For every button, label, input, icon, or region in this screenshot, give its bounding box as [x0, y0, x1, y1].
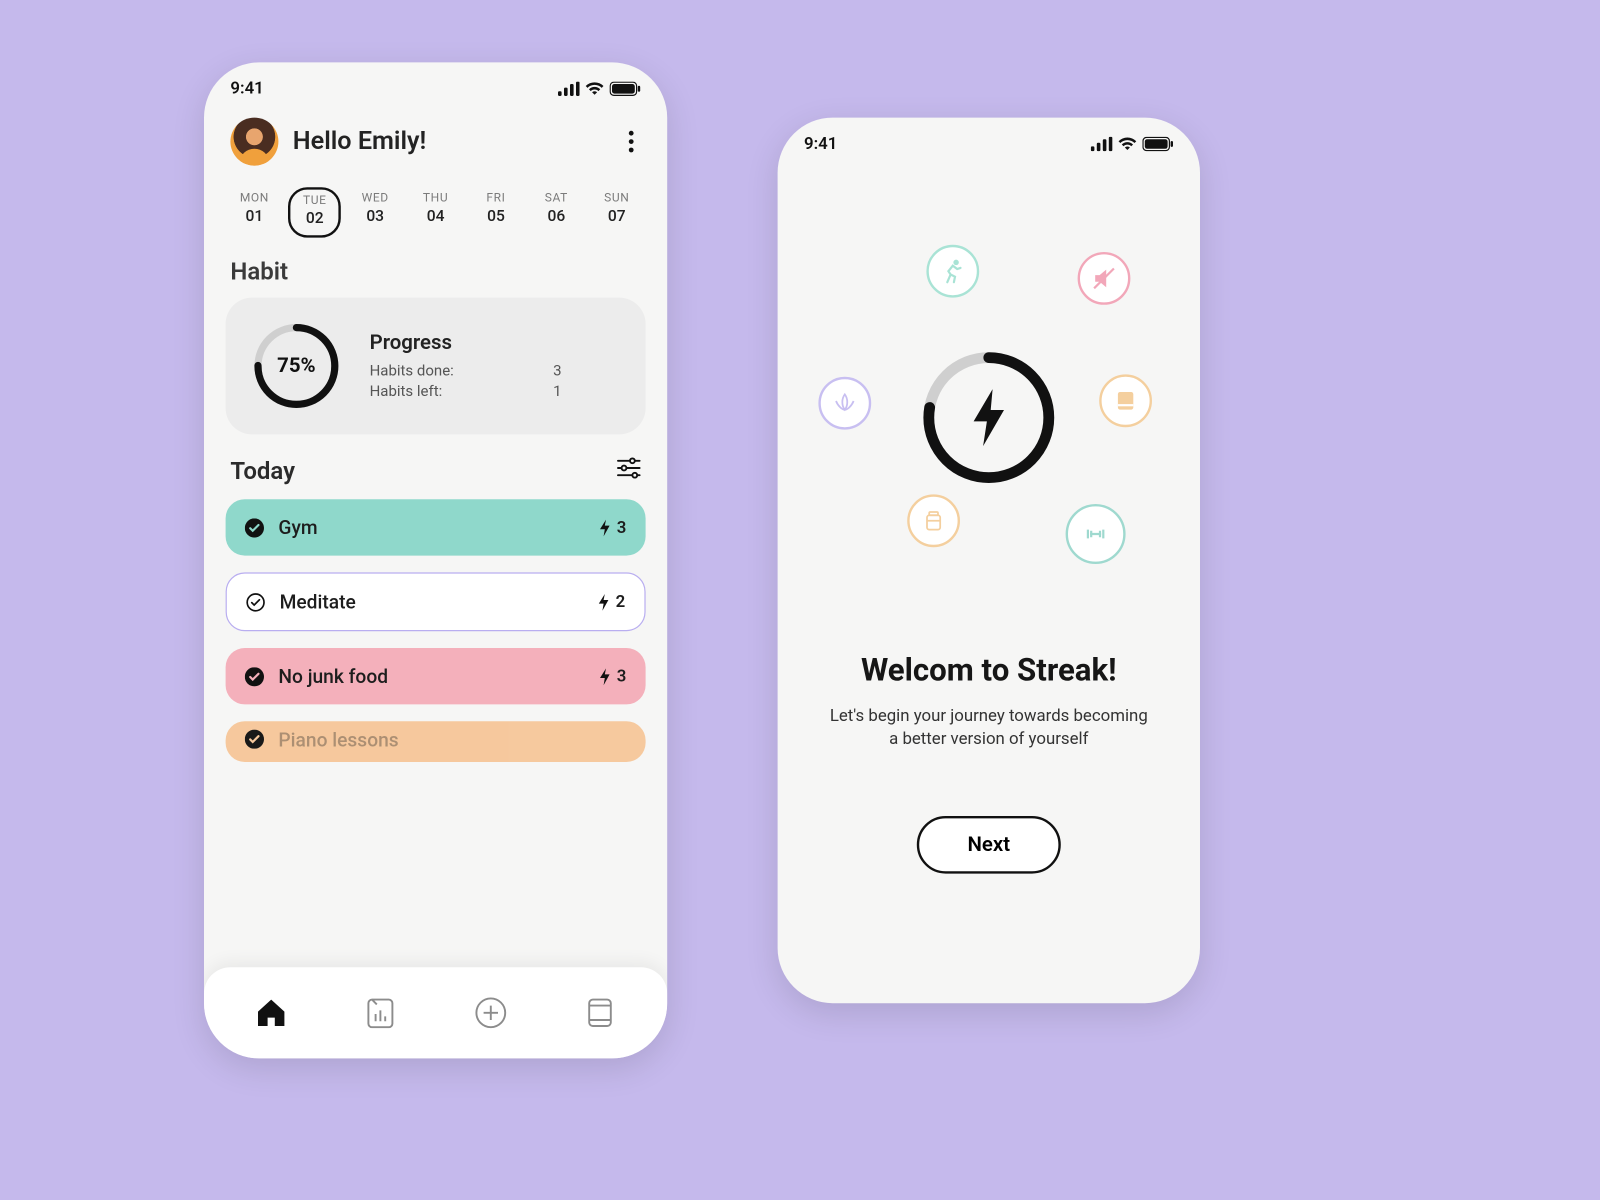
onboarding-subtitle: Let's begin your journey towards becomin…	[827, 706, 1151, 751]
day-thu[interactable]: THU04	[409, 187, 462, 237]
status-bar: 9:41	[204, 62, 667, 105]
tab-bar	[204, 967, 667, 1058]
status-time: 9:41	[230, 79, 263, 98]
section-habit-title: Habit	[204, 257, 667, 298]
day-mon[interactable]: MON01	[228, 187, 281, 237]
check-filled-icon	[245, 518, 264, 537]
stats-icon	[366, 997, 395, 1028]
habit-label: No junk food	[278, 665, 388, 688]
dumbbell-icon	[1066, 504, 1126, 564]
progress-heading: Progress	[370, 331, 622, 355]
onboarding-art	[778, 233, 1200, 593]
wifi-icon	[584, 82, 604, 96]
jar-icon	[907, 494, 960, 547]
status-indicators	[558, 82, 641, 96]
tab-add[interactable]	[467, 989, 515, 1037]
running-icon	[926, 245, 979, 298]
tab-stats[interactable]	[357, 989, 405, 1037]
check-outline-icon	[246, 592, 265, 611]
lotus-icon	[818, 377, 871, 430]
onboarding-screen: 9:41 Welcom	[778, 118, 1200, 1004]
bolt-icon	[598, 519, 612, 536]
tab-home[interactable]	[247, 989, 295, 1037]
battery-icon	[610, 82, 641, 96]
more-menu-button[interactable]	[622, 124, 641, 160]
cellular-icon	[1091, 137, 1113, 151]
progress-percent: 75%	[250, 319, 344, 413]
day-wed[interactable]: WED03	[349, 187, 402, 237]
mute-icon	[1078, 252, 1131, 305]
habit-piano[interactable]: Piano lessons	[226, 721, 646, 762]
journal-icon	[587, 997, 613, 1028]
habit-meditate[interactable]: Meditate 2	[226, 572, 646, 631]
battery-icon	[1142, 137, 1173, 151]
onboarding-title: Welcom to Streak!	[778, 653, 1200, 689]
habit-label: Piano lessons	[278, 728, 398, 751]
greeting: Hello Emily!	[293, 127, 426, 156]
bolt-icon	[598, 668, 612, 685]
check-filled-icon	[245, 667, 264, 686]
add-icon	[474, 996, 508, 1030]
bolt-icon	[596, 593, 610, 610]
avatar[interactable]	[230, 118, 278, 166]
progress-card[interactable]: 75% Progress Habits done:3 Habits left:1	[226, 298, 646, 435]
habit-no-junk-food[interactable]: No junk food 3	[226, 648, 646, 704]
day-sat[interactable]: SAT06	[530, 187, 583, 237]
filter-icon[interactable]	[617, 457, 641, 483]
status-indicators	[1091, 137, 1174, 151]
cellular-icon	[558, 82, 580, 96]
check-filled-icon	[245, 730, 264, 749]
book-icon	[1099, 374, 1152, 427]
next-button[interactable]: Next	[917, 816, 1060, 874]
wifi-icon	[1117, 137, 1137, 151]
day-fri[interactable]: FRI05	[470, 187, 523, 237]
progress-ring: 75%	[250, 319, 344, 413]
habit-gym[interactable]: Gym 3	[226, 499, 646, 555]
habit-label: Meditate	[280, 590, 356, 613]
section-today-title: Today	[230, 456, 295, 485]
habit-label: Gym	[278, 516, 317, 539]
day-sun[interactable]: SUN07	[590, 187, 643, 237]
bolt-icon	[914, 343, 1063, 492]
tab-journal[interactable]	[576, 989, 624, 1037]
streak-ring	[914, 343, 1063, 492]
day-tue[interactable]: TUE02	[288, 187, 341, 237]
status-time: 9:41	[804, 134, 837, 153]
dashboard-screen: 9:41 Hello Emily! MON01 TUE02 WED03	[204, 62, 667, 1058]
week-picker: MON01 TUE02 WED03 THU04 FRI05 SAT06 SUN0…	[204, 182, 667, 256]
status-bar: 9:41	[778, 118, 1200, 161]
home-icon	[254, 997, 288, 1028]
